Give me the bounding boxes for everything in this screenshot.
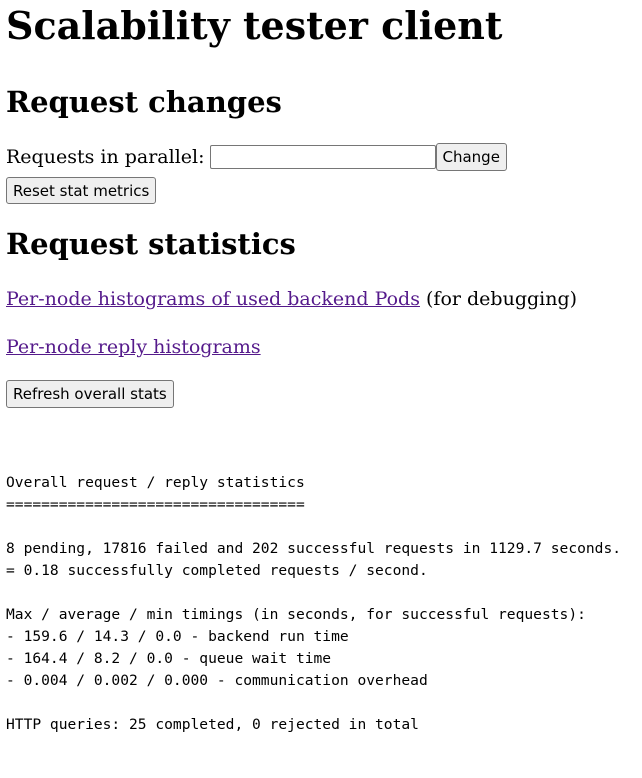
request-changes-heading: Request changes bbox=[6, 85, 282, 119]
stats-line: ================================== bbox=[6, 496, 305, 513]
stats-line: Overall request / reply statistics bbox=[6, 474, 305, 491]
stats-line: 8 pending, 17816 failed and 202 successf… bbox=[6, 540, 622, 557]
reply-histograms-paragraph: Per-node reply histograms bbox=[6, 334, 636, 360]
stats-line: = 0.18 successfully completed requests /… bbox=[6, 562, 428, 579]
stats-line: - 0.004 / 0.002 / 0.000 - communication … bbox=[6, 672, 428, 689]
stats-line: Max / average / min timings (in seconds,… bbox=[6, 606, 586, 623]
page-content: Scalability tester client Request change… bbox=[0, 4, 642, 736]
stats-line: - 164.4 / 8.2 / 0.0 - queue wait time bbox=[6, 650, 332, 667]
reset-stat-metrics-button[interactable]: Reset stat metrics bbox=[6, 177, 157, 204]
stats-line: - 159.6 / 14.3 / 0.0 - backend run time bbox=[6, 628, 349, 645]
parallel-form: Requests in parallel: Change bbox=[6, 142, 636, 172]
change-button[interactable]: Change bbox=[435, 143, 507, 171]
refresh-overall-stats-button[interactable]: Refresh overall stats bbox=[6, 380, 174, 408]
backend-histograms-paragraph: Per-node histograms of used backend Pods… bbox=[6, 286, 636, 312]
request-statistics-heading: Request statistics bbox=[6, 227, 296, 261]
parallel-label: Requests in parallel: bbox=[6, 146, 205, 168]
parallel-input[interactable] bbox=[209, 145, 436, 169]
refresh-row: Refresh overall stats bbox=[6, 380, 636, 408]
backend-histograms-link[interactable]: Per-node histograms of used backend Pods bbox=[6, 288, 420, 310]
reset-row: Reset stat metrics bbox=[6, 177, 636, 204]
stats-line: HTTP queries: 25 completed, 0 rejected i… bbox=[6, 716, 419, 733]
debugging-note: (for debugging) bbox=[419, 288, 578, 310]
page-title: Scalability tester client bbox=[6, 3, 503, 48]
reply-histograms-link[interactable]: Per-node reply histograms bbox=[6, 336, 261, 358]
overall-stats-output: Overall request / reply statistics =====… bbox=[6, 472, 636, 736]
